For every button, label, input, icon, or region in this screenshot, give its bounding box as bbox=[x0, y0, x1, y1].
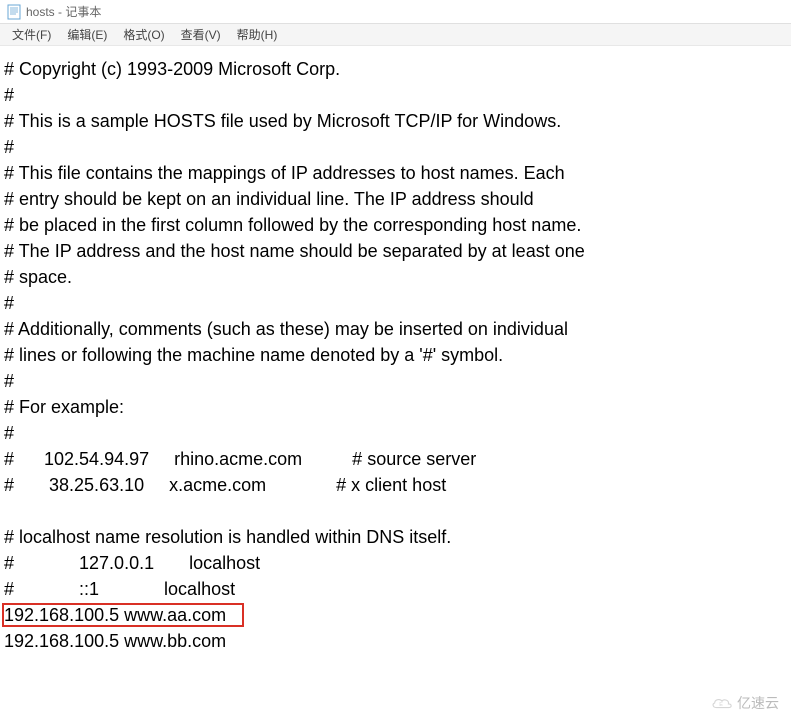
text-line: 192.168.100.5 www.aa.com bbox=[4, 602, 787, 628]
cloud-icon: E bbox=[711, 694, 733, 712]
text-line: # bbox=[4, 290, 787, 316]
watermark-text: 亿速云 bbox=[737, 693, 779, 713]
menu-view[interactable]: 查看(V) bbox=[173, 24, 229, 45]
text-line: # For example: bbox=[4, 394, 787, 420]
text-line: # ::1 localhost bbox=[4, 576, 787, 602]
text-line: # bbox=[4, 420, 787, 446]
notepad-icon bbox=[6, 4, 22, 20]
text-line: # 102.54.94.97 rhino.acme.com # source s… bbox=[4, 446, 787, 472]
text-line: # entry should be kept on an individual … bbox=[4, 186, 787, 212]
text-line: # This file contains the mappings of IP … bbox=[4, 160, 787, 186]
menubar: 文件(F) 编辑(E) 格式(O) 查看(V) 帮助(H) bbox=[0, 24, 791, 46]
text-line: # localhost name resolution is handled w… bbox=[4, 524, 787, 550]
text-line: # bbox=[4, 134, 787, 160]
menu-help[interactable]: 帮助(H) bbox=[229, 24, 286, 45]
menu-file[interactable]: 文件(F) bbox=[4, 24, 59, 45]
text-line: # be placed in the first column followed… bbox=[4, 212, 787, 238]
text-line: # 38.25.63.10 x.acme.com # x client host bbox=[4, 472, 787, 498]
text-line: # The IP address and the host name shoul… bbox=[4, 238, 787, 264]
window-title: hosts - 记事本 bbox=[26, 3, 101, 20]
text-line bbox=[4, 498, 787, 524]
svg-text:E: E bbox=[719, 702, 723, 708]
text-line: # bbox=[4, 368, 787, 394]
text-line: 192.168.100.5 www.bb.com bbox=[4, 628, 787, 654]
menu-edit[interactable]: 编辑(E) bbox=[59, 24, 115, 45]
text-line: # Additionally, comments (such as these)… bbox=[4, 316, 787, 342]
watermark: E 亿速云 bbox=[711, 693, 779, 713]
text-line: # Copyright (c) 1993-2009 Microsoft Corp… bbox=[4, 56, 787, 82]
text-line: # bbox=[4, 82, 787, 108]
text-line: # lines or following the machine name de… bbox=[4, 342, 787, 368]
text-line: # 127.0.0.1 localhost bbox=[4, 550, 787, 576]
window-titlebar: hosts - 记事本 bbox=[0, 0, 791, 24]
text-area[interactable]: # Copyright (c) 1993-2009 Microsoft Corp… bbox=[0, 46, 791, 658]
text-line: # This is a sample HOSTS file used by Mi… bbox=[4, 108, 787, 134]
menu-format[interactable]: 格式(O) bbox=[115, 24, 172, 45]
text-line: # space. bbox=[4, 264, 787, 290]
